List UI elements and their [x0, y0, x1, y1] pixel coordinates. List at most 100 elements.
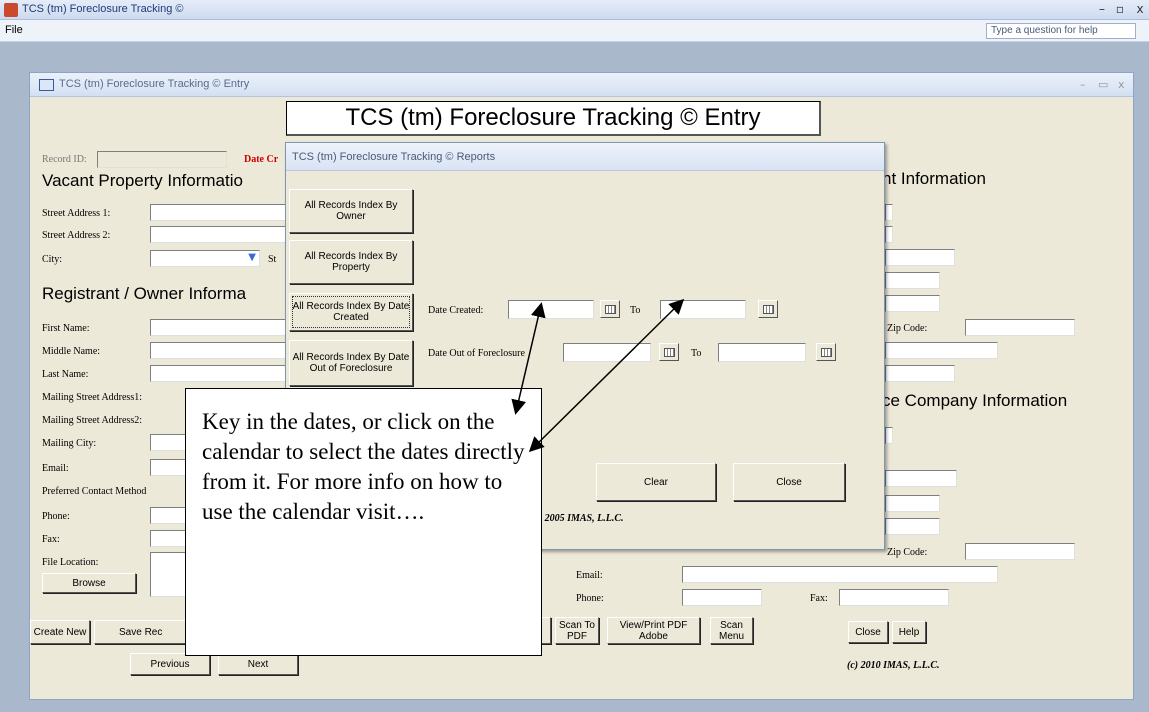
phone-field[interactable]: [150, 507, 190, 524]
mailing-city-label: Mailing City:: [42, 438, 97, 449]
email-label: Email:: [42, 463, 69, 474]
record-id-field: [97, 151, 227, 168]
fax-label: Fax:: [42, 534, 60, 545]
fax-field[interactable]: [150, 530, 190, 547]
to-label: To: [691, 348, 702, 359]
agent-field[interactable]: [885, 342, 998, 359]
mailing2-label: Mailing Street Address2:: [42, 415, 142, 426]
record-id-label: Record ID:: [42, 154, 87, 165]
reports-title-bar: TCS (tm) Foreclosure Tracking © Reports: [286, 143, 884, 171]
report-by-date-out-button[interactable]: All Records Index By Date Out of Foreclo…: [289, 340, 413, 386]
previous-button[interactable]: Previous: [130, 653, 210, 675]
company-field[interactable]: [885, 427, 893, 444]
vacant-property-heading: Vacant Property Informatio: [42, 171, 243, 190]
mailing1-label: Mailing Street Address1:: [42, 392, 142, 403]
calendar-icon[interactable]: [816, 343, 836, 361]
file-location-field[interactable]: [150, 552, 190, 597]
app-title: TCS (tm) Foreclosure Tracking ©: [22, 3, 184, 15]
email-field[interactable]: [150, 459, 190, 476]
form-icon: [39, 79, 54, 91]
last-name-label: Last Name:: [42, 369, 89, 380]
browse-button[interactable]: Browse: [42, 573, 136, 593]
maximize-icon[interactable]: ▭: [1098, 78, 1108, 91]
file-location-label: File Location:: [42, 557, 99, 568]
zip-code-label: Zip Code:: [887, 547, 928, 558]
close-icon[interactable]: x: [1132, 2, 1148, 17]
date-out-to-input[interactable]: [718, 343, 806, 362]
fax-label: Fax:: [810, 593, 828, 604]
agent-field[interactable]: [885, 249, 955, 266]
middle-name-label: Middle Name:: [42, 346, 101, 357]
email-label: Email:: [576, 570, 603, 581]
reports-title: TCS (tm) Foreclosure Tracking © Reports: [292, 151, 496, 163]
calendar-icon[interactable]: [758, 300, 778, 318]
app-title-bar: TCS (tm) Foreclosure Tracking © – ▫ x: [0, 0, 1149, 20]
entry-title-bar: TCS (tm) Foreclosure Tracking © Entry – …: [30, 73, 1133, 97]
last-name-field[interactable]: [150, 365, 290, 382]
email-field[interactable]: [682, 566, 998, 583]
date-out-label: Date Out of Foreclosure: [428, 348, 525, 359]
entry-window-title: TCS (tm) Foreclosure Tracking © Entry: [59, 78, 250, 90]
date-created-from-input[interactable]: [508, 300, 594, 319]
phone-label: Phone:: [42, 511, 70, 522]
company-field[interactable]: [885, 495, 940, 512]
city-dropdown[interactable]: ▼: [150, 250, 260, 267]
menu-file[interactable]: File: [5, 24, 23, 36]
zip-code-field[interactable]: [965, 319, 1075, 336]
phone-field[interactable]: [682, 589, 762, 606]
zip-code-label: Zip Code:: [887, 323, 928, 334]
minimize-icon[interactable]: –: [1080, 78, 1086, 91]
minimize-icon[interactable]: –: [1094, 2, 1110, 17]
close-button[interactable]: Close: [733, 463, 845, 501]
agent-info-heading: nt Information: [882, 169, 986, 188]
agent-field[interactable]: [885, 365, 955, 382]
company-info-heading: ce Company Information: [882, 391, 1068, 410]
report-by-owner-button[interactable]: All Records Index By Owner: [289, 189, 413, 233]
view-print-pdf-button[interactable]: View/Print PDF Adobe: [607, 617, 700, 644]
preferred-contact-label: Preferred Contact Method: [42, 486, 147, 497]
date-created-label: Date Cr: [244, 154, 279, 165]
page-title: TCS (tm) Foreclosure Tracking © Entry: [286, 101, 821, 136]
menu-bar: File Type a question for help: [0, 20, 1149, 42]
restore-icon[interactable]: ▫: [1112, 2, 1128, 17]
clear-button[interactable]: Clear: [596, 463, 716, 501]
close-icon[interactable]: x: [1118, 78, 1125, 91]
close-button[interactable]: Close: [848, 621, 888, 643]
copyright-text: (c) 2005 IMAS, L.L.C.: [531, 513, 624, 524]
scan-to-pdf-button[interactable]: Scan To PDF: [555, 617, 599, 644]
agent-field[interactable]: [885, 204, 893, 221]
calendar-icon[interactable]: [659, 343, 679, 361]
agent-field[interactable]: [885, 272, 940, 289]
help-button[interactable]: Help: [892, 621, 926, 643]
zip-code-field[interactable]: [965, 543, 1075, 560]
report-by-date-created-button[interactable]: All Records Index By Date Created: [289, 293, 413, 331]
state-label: St: [268, 254, 277, 265]
company-field[interactable]: [885, 470, 957, 487]
toolbar-button[interactable]: [541, 617, 551, 644]
scan-menu-button[interactable]: Scan Menu: [710, 617, 753, 644]
date-out-from-input[interactable]: [563, 343, 651, 362]
callout-note: Key in the dates, or click on the calend…: [185, 388, 542, 656]
middle-name-field[interactable]: [150, 342, 290, 359]
street2-field[interactable]: [150, 226, 290, 243]
company-field[interactable]: [885, 518, 940, 535]
to-label: To: [630, 305, 641, 316]
next-button[interactable]: Next: [218, 653, 298, 675]
chevron-down-icon: ▼: [248, 252, 256, 263]
help-search-input[interactable]: Type a question for help: [986, 23, 1136, 39]
calendar-icon[interactable]: [600, 300, 620, 318]
date-created-label: Date Created:: [428, 305, 484, 316]
phone-label: Phone:: [576, 593, 604, 604]
mailing-city-field[interactable]: [150, 434, 190, 451]
agent-field[interactable]: [885, 295, 940, 312]
date-created-to-input[interactable]: [660, 300, 746, 319]
street1-label: Street Address 1:: [42, 208, 111, 219]
report-by-property-button[interactable]: All Records Index By Property: [289, 240, 413, 284]
street2-label: Street Address 2:: [42, 230, 111, 241]
first-name-field[interactable]: [150, 319, 290, 336]
street1-field[interactable]: [150, 204, 290, 221]
create-new-button[interactable]: Create New: [30, 620, 90, 644]
save-record-button[interactable]: Save Rec: [94, 620, 194, 644]
agent-field[interactable]: [885, 226, 893, 243]
fax-field[interactable]: [839, 589, 949, 606]
